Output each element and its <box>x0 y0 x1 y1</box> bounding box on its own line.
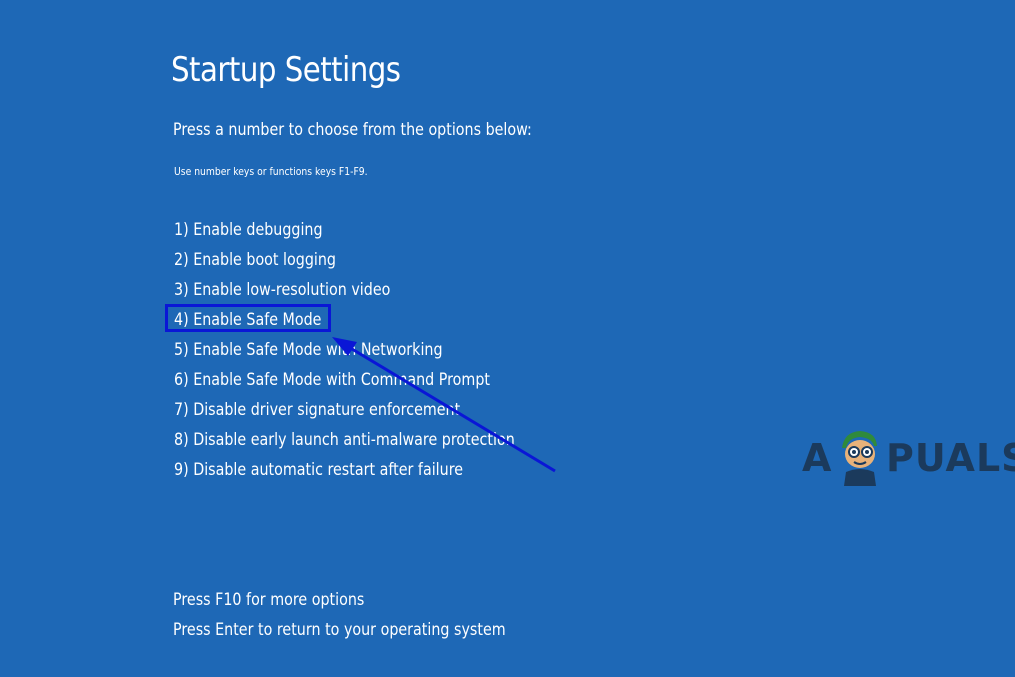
option-safe-mode-networking[interactable]: 5) Enable Safe Mode with Networking <box>174 338 515 368</box>
return-text[interactable]: Press Enter to return to your operating … <box>173 618 506 648</box>
watermark-logo: A PUALS <box>802 428 1015 486</box>
option-disable-automatic-restart[interactable]: 9) Disable automatic restart after failu… <box>174 458 515 488</box>
hint-text: Use number keys or functions keys F1-F9. <box>174 165 368 178</box>
watermark-text-left: A <box>802 436 833 480</box>
option-disable-early-launch-antimalware[interactable]: 8) Disable early launch anti-malware pro… <box>174 428 515 458</box>
footer: Press F10 for more options Press Enter t… <box>173 588 569 648</box>
option-enable-debugging[interactable]: 1) Enable debugging <box>174 218 515 248</box>
options-list: 1) Enable debugging 2) Enable boot loggi… <box>174 218 580 488</box>
page-title: Startup Settings <box>171 50 401 90</box>
safe-mode-highlight-box <box>165 304 331 332</box>
option-disable-driver-signature[interactable]: 7) Disable driver signature enforcement <box>174 398 515 428</box>
watermark-text-right: PUALS <box>886 436 1015 480</box>
instruction-text: Press a number to choose from the option… <box>173 120 532 140</box>
option-safe-mode-command-prompt[interactable]: 6) Enable Safe Mode with Command Prompt <box>174 368 515 398</box>
startup-settings-screen: Startup Settings Press a number to choos… <box>0 0 1015 677</box>
option-enable-boot-logging[interactable]: 2) Enable boot logging <box>174 248 515 278</box>
more-options-text[interactable]: Press F10 for more options <box>173 588 506 618</box>
mascot-logo-icon <box>842 431 877 486</box>
